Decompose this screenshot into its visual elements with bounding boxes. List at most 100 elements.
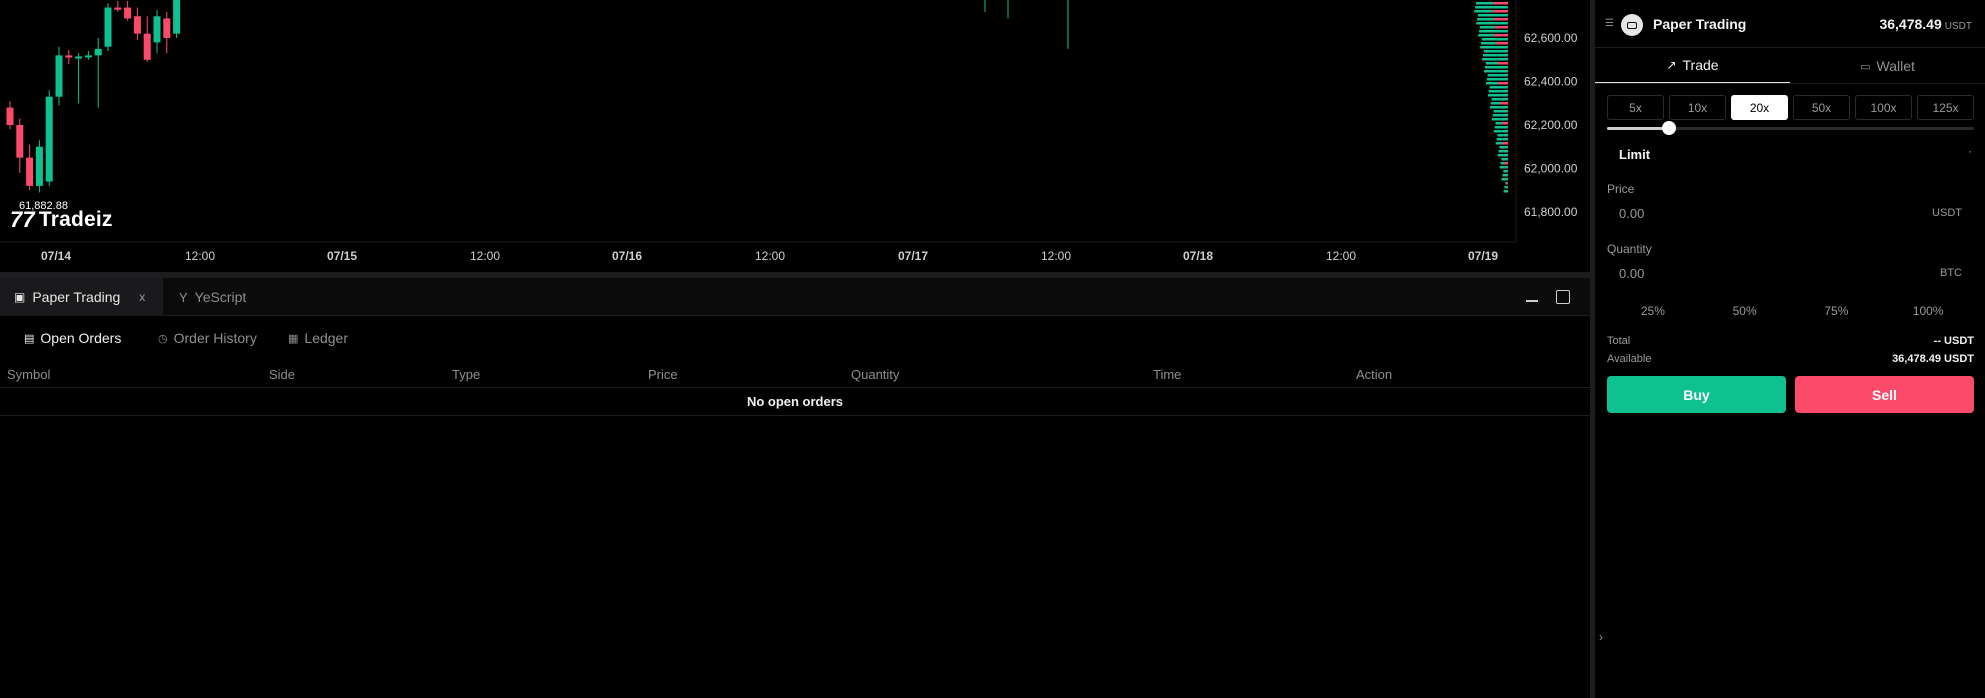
candle-body[interactable] — [65, 55, 73, 58]
chevron-down-icon[interactable]: · — [1968, 144, 1972, 158]
candle-body[interactable] — [143, 33, 151, 60]
volume-profile-bar — [1495, 46, 1508, 49]
tab-paper-trading[interactable]: ▣ Paper Trading x — [0, 278, 163, 316]
price-input[interactable]: 0.00 USDT — [1607, 200, 1974, 228]
volume-profile-bar — [1495, 26, 1508, 29]
minimize-icon[interactable] — [1525, 288, 1541, 304]
tab-ledger[interactable]: ▦ Ledger — [288, 316, 348, 360]
volume-profile-bar — [1494, 30, 1508, 33]
trade-panel: ☰ Paper Trading 36,478.49 USDT ↗ Trade ▭ … — [1595, 0, 1985, 698]
percent-25-button[interactable]: 25% — [1607, 304, 1699, 318]
drag-handle-icon[interactable]: ☰ — [1605, 18, 1614, 29]
price-tick-label: 62,600.00 — [1524, 31, 1578, 45]
account-balance: 36,478.49 USDT — [1879, 16, 1972, 32]
candle-body[interactable] — [133, 16, 141, 34]
percent-50-button[interactable]: 50% — [1699, 304, 1791, 318]
candle-body[interactable] — [153, 16, 161, 43]
volume-profile-bar — [1475, 6, 1494, 9]
column-header-side[interactable]: Side — [269, 367, 295, 382]
leverage-10x-button[interactable]: 10x — [1669, 95, 1726, 120]
empty-state: No open orders — [0, 388, 1590, 416]
volume-profile-bar — [1503, 190, 1506, 193]
candle-body[interactable] — [104, 7, 112, 47]
volume-profile-bar — [1505, 174, 1508, 177]
volume-profile-bar — [1501, 178, 1506, 181]
volume-profile-bar — [1505, 170, 1508, 173]
volume-profile-bar — [1501, 158, 1506, 161]
volume-profile-bar — [1493, 2, 1508, 5]
column-header-symbol[interactable]: Symbol — [7, 367, 50, 382]
price-tick-label: 62,400.00 — [1524, 75, 1578, 89]
tab-trade[interactable]: ↗ Trade — [1595, 48, 1790, 84]
volume-profile-bar — [1494, 18, 1508, 21]
tab-order-history[interactable]: ◷ Order History — [158, 316, 257, 360]
column-header-type[interactable]: Type — [452, 367, 480, 382]
maximize-icon[interactable] — [1556, 290, 1570, 304]
price-chart[interactable]: 62,600.00 62,400.00 62,200.00 62,000.00 61,8… — [0, 0, 1590, 272]
leverage-slider[interactable] — [1607, 121, 1974, 135]
column-header-quantity[interactable]: Quantity — [851, 367, 899, 382]
candle-body[interactable] — [84, 55, 92, 58]
volume-profile-bar — [1495, 42, 1508, 45]
column-header-price[interactable]: Price — [648, 367, 678, 382]
candle-body[interactable] — [163, 18, 171, 38]
candle-body[interactable] — [35, 146, 43, 186]
price-tick-label: 61,800.00 — [1524, 205, 1578, 219]
candle-body[interactable] — [124, 7, 132, 19]
tab-ledger-label: Ledger — [304, 330, 348, 346]
brand-mark-icon: 77 — [10, 207, 35, 232]
volume-profile-bar — [1489, 106, 1500, 109]
leverage-50x-button[interactable]: 50x — [1793, 95, 1850, 120]
yescript-icon: Y — [179, 289, 188, 305]
tab-open-orders[interactable]: ▤ Open Orders — [24, 316, 121, 360]
leverage-125x-button[interactable]: 125x — [1917, 95, 1974, 120]
volume-profile-bar — [1486, 82, 1499, 85]
sell-button[interactable]: Sell — [1795, 376, 1974, 413]
percent-100-button[interactable]: 100% — [1882, 304, 1974, 318]
quantity-input[interactable]: 0.00 BTC — [1607, 260, 1974, 288]
volume-profile-bar — [1504, 186, 1507, 189]
leverage-100x-button[interactable]: 100x — [1855, 95, 1912, 120]
candle-body[interactable] — [6, 107, 14, 125]
time-tick-label: 12:00 — [185, 249, 215, 263]
tab-yescript[interactable]: Y YeScript — [165, 278, 260, 316]
time-tick-label: 12:00 — [470, 249, 500, 263]
close-icon[interactable]: x — [139, 290, 145, 304]
volume-profile-bar — [1498, 94, 1508, 97]
volume-profile-bar — [1485, 62, 1498, 65]
time-tick-label: 07/16 — [612, 249, 642, 263]
volume-profile-bar — [1484, 66, 1498, 69]
price-label: Price — [1607, 182, 1635, 196]
column-header-time[interactable]: Time — [1153, 367, 1181, 382]
chevron-right-icon[interactable]: › — [1599, 630, 1603, 644]
candle-body[interactable] — [45, 96, 53, 182]
buy-button[interactable]: Buy — [1607, 376, 1786, 413]
leverage-slider-fill — [1607, 127, 1670, 130]
candle-body[interactable] — [55, 55, 63, 97]
percent-75-button[interactable]: 75% — [1791, 304, 1883, 318]
candle-body[interactable] — [114, 7, 122, 10]
available-value: 36,478.49 USDT — [1892, 353, 1974, 365]
candle-body[interactable] — [16, 125, 24, 158]
tab-open-orders-label: Open Orders — [40, 330, 122, 346]
leverage-slider-handle[interactable] — [1662, 121, 1677, 135]
tab-wallet[interactable]: ▭ Wallet — [1790, 48, 1985, 84]
quantity-label: Quantity — [1607, 242, 1652, 256]
candle-body[interactable] — [26, 157, 34, 186]
volume-profile-bar — [1494, 126, 1502, 129]
candlestick-chart[interactable]: 62,600.00 62,400.00 62,200.00 62,000.00 61,8… — [0, 0, 1590, 272]
order-type-select[interactable]: Limit — [1619, 147, 1650, 162]
candle-body[interactable] — [75, 56, 83, 59]
volume-profile-bar — [1498, 150, 1504, 153]
leverage-20x-button[interactable]: 20x — [1731, 95, 1788, 120]
volume-profile-bar — [1493, 22, 1508, 25]
volume-profile-bar — [1499, 106, 1508, 109]
volume-profile-bar — [1481, 42, 1496, 45]
volume-profile-bar — [1505, 158, 1508, 161]
time-tick-label: 07/15 — [327, 249, 357, 263]
volume-profile-bar — [1481, 38, 1497, 41]
column-header-action[interactable]: Action — [1356, 367, 1392, 382]
candle-body[interactable] — [94, 48, 102, 56]
leverage-5x-button[interactable]: 5x — [1607, 95, 1664, 120]
candle-body[interactable] — [173, 0, 181, 34]
